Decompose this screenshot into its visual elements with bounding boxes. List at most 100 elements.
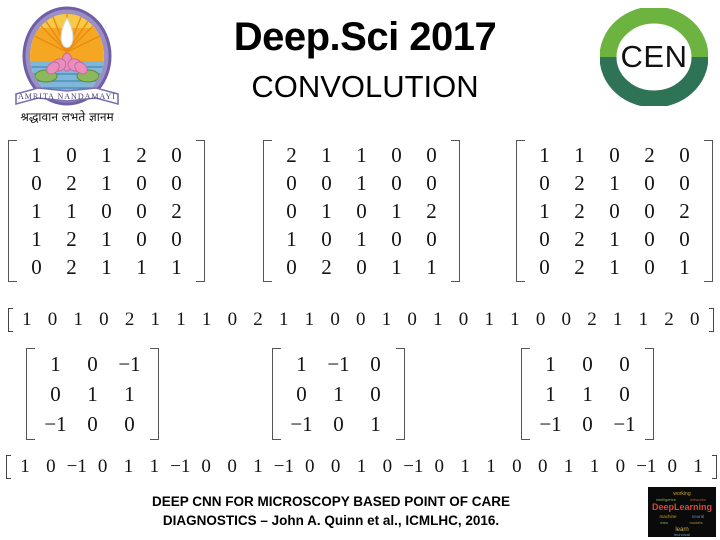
input-channel-2-cell: 1 [321, 199, 332, 223]
input-flat-vector-cell: 0 [407, 309, 417, 330]
kernel-1-cell: −1 [44, 412, 67, 436]
kernel-2-cell: 0 [370, 382, 381, 406]
input-channel-3-row: 11020 [527, 141, 702, 169]
kernel-2-row: 1 −1 0 [283, 349, 394, 379]
input-channel-1-cell: 1 [101, 227, 112, 251]
input-channel-1-cell: 2 [66, 227, 77, 251]
input-channel-1-cell: 1 [101, 143, 112, 167]
input-flat-vector-cell: 0 [458, 309, 469, 330]
input-channel-3-cell: 1 [609, 171, 620, 195]
kernel-3-cell: −1 [613, 412, 636, 436]
input-flat-vector-cell: 0 [47, 309, 58, 330]
matrix-bracket-right [451, 140, 460, 282]
kernel-3-row: 1 1 0 [532, 379, 643, 409]
kernel-flat-vector-cell: 0 [97, 456, 108, 477]
kernel-2-cell: −1 [290, 412, 313, 436]
kernel-flat-vector-cell: 0 [382, 456, 393, 477]
input-channel-1-row: 02100 [19, 169, 194, 197]
input-channel-3-cell: 0 [644, 171, 655, 195]
input-channel-2-row: 00100 [274, 169, 449, 197]
input-flat-vector-cell: 2 [664, 309, 674, 330]
input-channel-1-cell: 1 [101, 255, 112, 279]
kernel-3-cell: 0 [619, 352, 630, 376]
kernel-flat-vector-cell: 0 [615, 456, 626, 477]
input-channel-1-cell: 0 [31, 171, 42, 195]
input-matrices-row: 1012002100110021210002111 21100001000101… [8, 140, 713, 282]
input-channel-1-cell: 0 [101, 199, 112, 223]
kernel-3-cell: 0 [582, 352, 593, 376]
kernel-1-row: −1 0 0 [37, 409, 148, 439]
input-channel-3-cell: 0 [644, 227, 655, 251]
input-flat-vector-row: 101021110211001010110021120 [8, 308, 714, 332]
svg-text:DeepLearning: DeepLearning [652, 502, 712, 512]
input-channel-2-cell: 1 [391, 199, 402, 223]
kernel-2-cell: 1 [296, 352, 307, 376]
input-channel-3-cell: 0 [679, 143, 690, 167]
input-channel-2-cell: 0 [391, 171, 402, 195]
input-channel-3-cell: 0 [609, 199, 620, 223]
input-flat-vector-cell: 1 [510, 309, 520, 330]
input-channel-2-cell: 0 [391, 143, 402, 167]
kernel-flat-vector-cell: 0 [434, 456, 444, 477]
input-channel-2-cell: 0 [391, 227, 402, 251]
kernel-flat-vector-cell: 1 [123, 456, 134, 477]
kernel-1-cell: 1 [124, 382, 135, 406]
kernel-flat-vector-cell: −1 [273, 456, 294, 477]
matrix-bracket-left [8, 140, 17, 282]
deep-learning-wordcloud-image: working intelligence networks DeepLearni… [648, 487, 716, 537]
kernel-1-cell: 1 [50, 352, 61, 376]
input-channel-1-cell: 0 [171, 227, 182, 251]
kernel-flat-vector-cell: 0 [201, 456, 211, 477]
kernel-flat-vector-cell: 0 [330, 456, 341, 477]
kernel-flat-vector-cell: 0 [304, 456, 315, 477]
input-channel-3-cell: 0 [644, 199, 655, 223]
kernel-1-cell: 0 [50, 382, 61, 406]
matrix-bracket-left [26, 348, 35, 440]
input-channel-2-cell: 2 [321, 255, 332, 279]
input-channel-2-cell: 1 [321, 143, 332, 167]
matrix-bracket-right [704, 140, 713, 282]
input-channel-2-cell: 1 [356, 227, 367, 251]
kernel-flat-vector-cell: 1 [253, 456, 263, 477]
input-flat-vector-cell: 1 [176, 309, 186, 330]
svg-text:models: models [690, 520, 703, 525]
input-channel-1-cell: 0 [66, 143, 77, 167]
input-flat-vector-cell: 0 [535, 309, 546, 330]
input-channel-3-row: 12002 [527, 197, 702, 225]
input-channel-1-cell: 2 [171, 199, 182, 223]
input-channel-1-matrix: 1012002100110021210002111 [8, 140, 205, 282]
input-flat-vector-cell: 2 [124, 309, 135, 330]
amrita-logo-motto-text: श्रद्धावान लभते ज्ञानम [20, 110, 114, 124]
input-channel-1-cell: 1 [66, 199, 77, 223]
input-flat-vector-cell: 1 [201, 309, 212, 330]
input-channel-3-cell: 1 [539, 143, 550, 167]
input-channel-1-cell: 0 [136, 199, 147, 223]
input-channel-1-cell: 1 [31, 143, 42, 167]
input-channel-2-matrix: 2110000100010121010002011 [263, 140, 460, 282]
kernel-flat-vector-cell: 1 [693, 456, 703, 477]
svg-text:neural: neural [692, 514, 705, 519]
kernel-flat-vector-row: 1 0 −1 0 1 1 −1 0 0 1 −1 0 0 1 0 −1 0 1 1 0 0 1 1 0 −1 0 1 [6, 455, 718, 479]
input-channel-2-row: 02011 [274, 253, 449, 281]
matrix-bracket-left [263, 140, 272, 282]
kernel-1-cell: 0 [87, 352, 98, 376]
kernel-flat-vector-cell: 1 [589, 456, 600, 477]
input-channel-2-cell: 1 [356, 171, 367, 195]
kernel-flat-vector-cell: 1 [486, 456, 496, 477]
input-flat-vector-cell: 2 [253, 309, 263, 330]
kernel-flat-vector-cell: 1 [563, 456, 574, 477]
kernel-3-cell: −1 [539, 412, 562, 436]
input-flat-vector-cell: 1 [22, 309, 32, 330]
input-channel-2-cell: 0 [426, 227, 437, 251]
input-channel-1-cell: 0 [136, 171, 147, 195]
kernel-flat-vector-cell: 1 [356, 456, 367, 477]
input-flat-vector-cell: 2 [587, 309, 597, 330]
kernel-1-cell: 0 [124, 412, 135, 436]
footer-caption-line-2: DIAGNOSTICS – John A. Quinn et al., ICML… [162, 513, 500, 528]
input-channel-3-cell: 0 [539, 171, 550, 195]
input-flat-vector-cell: 1 [304, 309, 315, 330]
input-channel-3-cell: 0 [679, 171, 690, 195]
input-channel-1-cell: 0 [171, 143, 182, 167]
input-channel-2-cell: 2 [426, 199, 437, 223]
input-channel-2-cell: 0 [286, 171, 297, 195]
